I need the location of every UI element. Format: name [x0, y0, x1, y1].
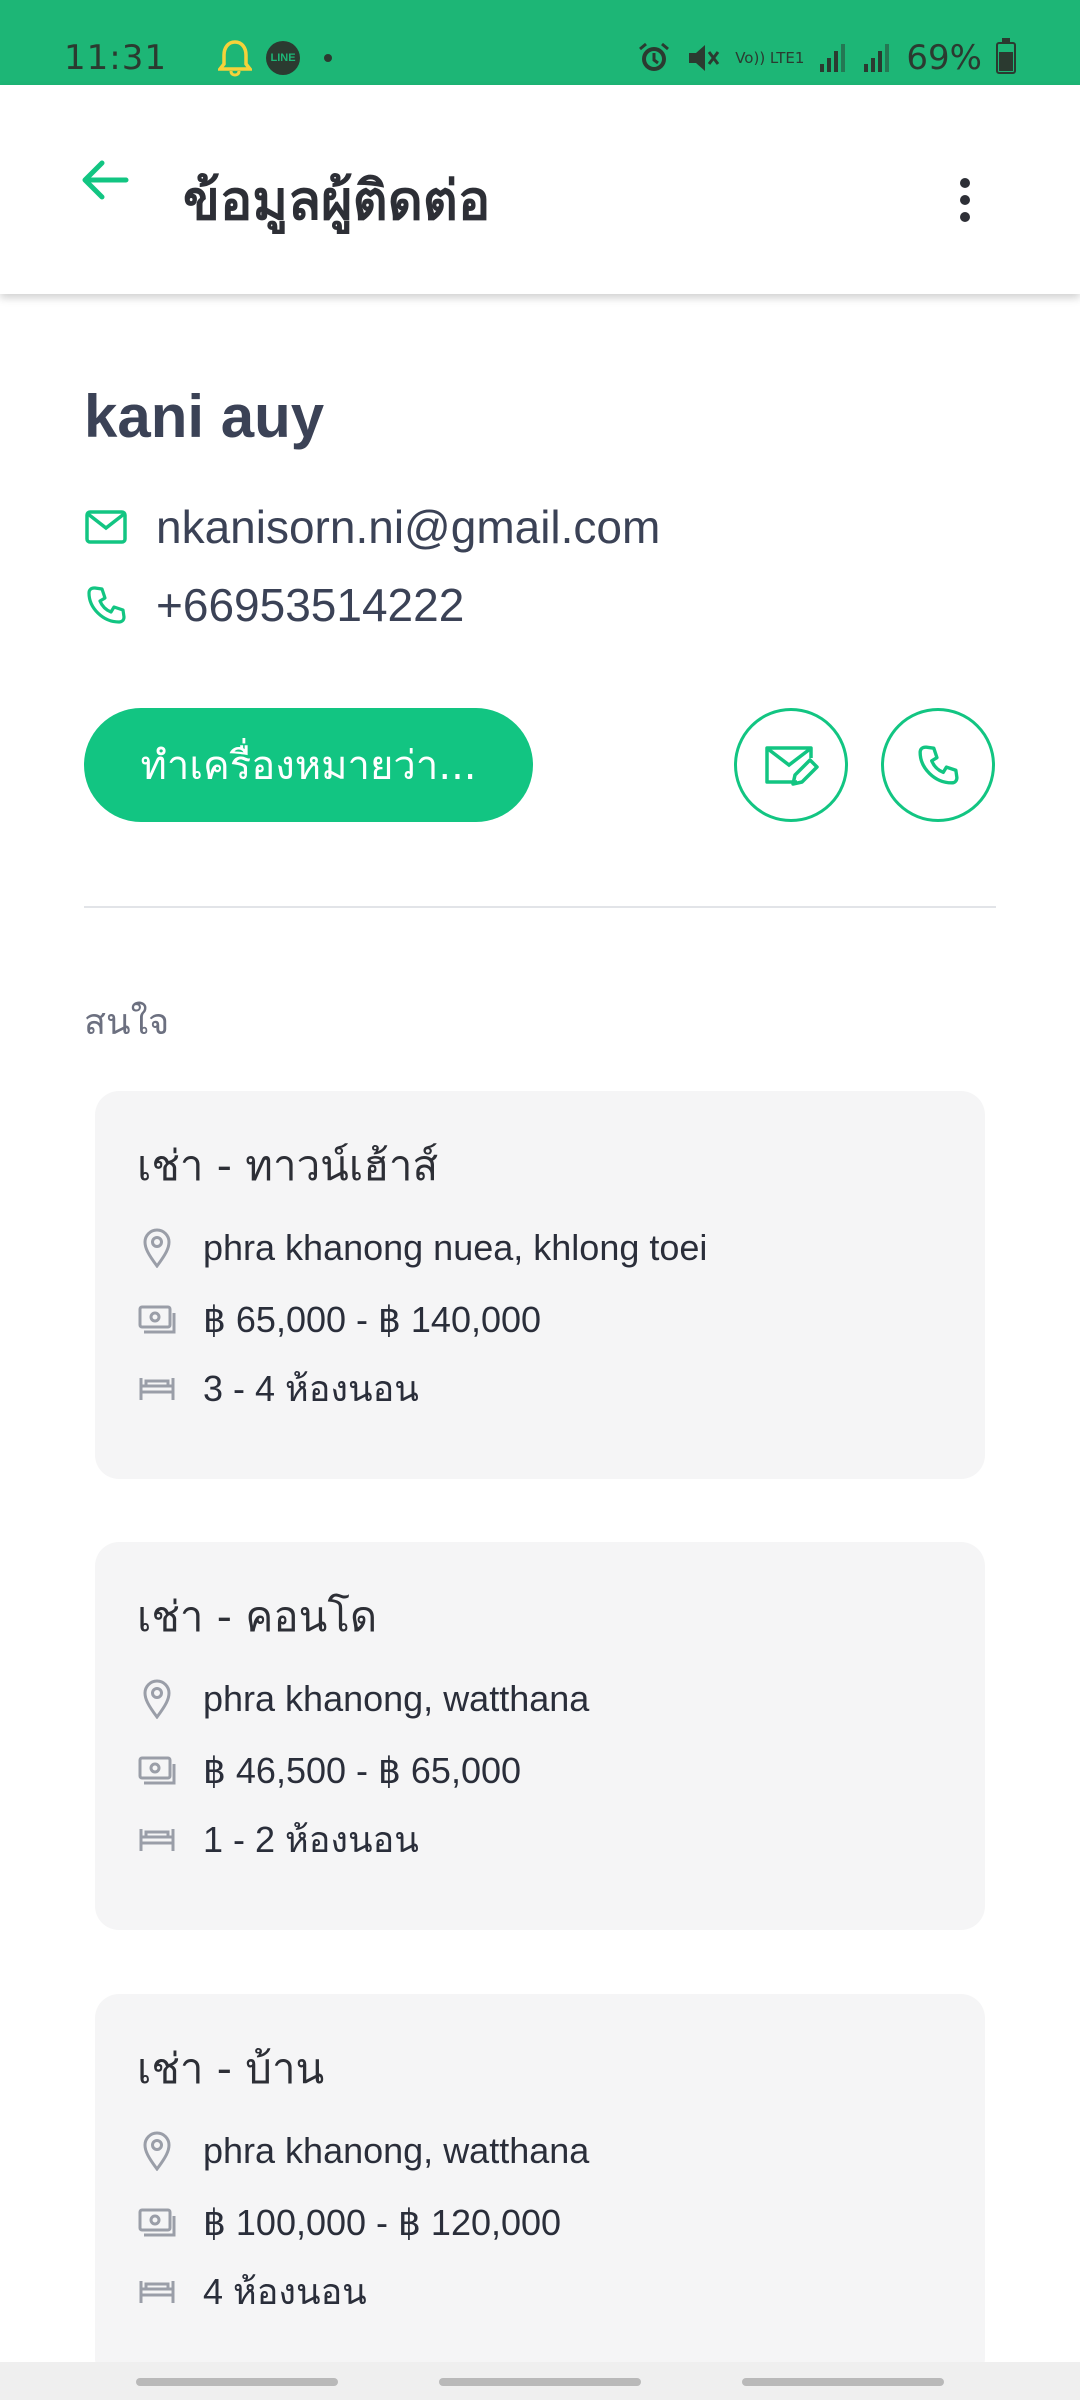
interest-title: เช่า - ทาวน์เฮ้าส์ — [137, 1141, 439, 1190]
interest-title: เช่า - คอนโด — [137, 1592, 378, 1641]
bed-icon — [137, 1819, 177, 1859]
system-nav-bar — [0, 2362, 1080, 2400]
page-title: ข้อมูลผู้ติดต่อ — [183, 169, 491, 232]
interest-price: ฿ 46,500 - ฿ 65,000 — [203, 1750, 522, 1791]
more-menu-button[interactable] — [930, 165, 1000, 235]
interest-title: เช่า - บ้าน — [137, 2044, 325, 2093]
location-pin-icon — [137, 1228, 177, 1268]
status-time: 11:31 — [64, 38, 167, 78]
arrow-left-icon — [82, 160, 129, 200]
divider — [84, 906, 996, 908]
interest-price-row: ฿ 100,000 - ฿ 120,000 — [137, 2198, 561, 2248]
phone-icon — [918, 745, 959, 785]
line-app-icon: LINE — [266, 41, 300, 75]
contact-phone: +66953514222 — [156, 579, 465, 631]
interest-bedrooms-row: 4 ห้องนอน — [137, 2266, 367, 2316]
interest-location-row: phra khanong nuea, khlong toei — [137, 1223, 707, 1273]
interest-card[interactable]: เช่า - บ้าน phra khanong, watthana ฿ 100… — [95, 1994, 985, 2382]
interests-label: สนใจ — [84, 1002, 170, 1043]
contact-email: nkanisorn.ni@gmail.com — [156, 501, 661, 553]
status-bar: 11:31 LINE Vo)) LTE1 69% — [0, 0, 1080, 85]
interest-bedrooms: 3 - 4 ห้องนอน — [203, 1367, 419, 1409]
status-left-icons: LINE — [218, 36, 332, 80]
contact-phone-row[interactable]: +66953514222 — [84, 575, 464, 635]
alarm-icon — [637, 41, 671, 75]
interest-location: phra khanong, watthana — [203, 1678, 590, 1719]
back-button[interactable] — [70, 145, 140, 215]
interest-location-row: phra khanong, watthana — [137, 2126, 589, 2176]
interest-card[interactable]: เช่า - ทาวน์เฮ้าส์ phra khanong nuea, kh… — [95, 1091, 985, 1479]
signal-icon — [818, 42, 848, 74]
mute-icon — [685, 41, 721, 75]
app-bar: ข้อมูลผู้ติดต่อ — [0, 85, 1080, 294]
interest-location: phra khanong nuea, khlong toei — [203, 1227, 708, 1268]
dot-icon — [324, 54, 332, 62]
email-icon — [84, 505, 128, 549]
volte-icon: Vo)) LTE1 — [735, 48, 805, 67]
interest-location: phra khanong, watthana — [203, 2130, 590, 2171]
interest-bedrooms: 4 ห้องนอน — [203, 2270, 367, 2312]
nav-home-indicator[interactable] — [439, 2378, 641, 2386]
location-pin-icon — [137, 1679, 177, 1719]
bed-icon — [137, 2271, 177, 2311]
contact-name: kani auy — [84, 383, 325, 450]
interest-price: ฿ 65,000 - ฿ 140,000 — [203, 1299, 542, 1340]
bell-icon — [218, 39, 252, 77]
interest-price: ฿ 100,000 - ฿ 120,000 — [203, 2202, 562, 2243]
contact-email-row[interactable]: nkanisorn.ni@gmail.com — [84, 497, 660, 557]
interest-price-row: ฿ 46,500 - ฿ 65,000 — [137, 1746, 521, 1796]
send-email-button[interactable] — [734, 708, 848, 822]
call-button[interactable] — [881, 708, 995, 822]
interest-bedrooms-row: 1 - 2 ห้องนอน — [137, 1814, 419, 1864]
nav-recents-indicator[interactable] — [136, 2378, 338, 2386]
interest-bedrooms-row: 3 - 4 ห้องนอน — [137, 1363, 419, 1413]
interest-bedrooms: 1 - 2 ห้องนอน — [203, 1818, 419, 1860]
money-icon — [137, 1300, 177, 1340]
location-pin-icon — [137, 2131, 177, 2171]
phone-icon — [84, 583, 128, 627]
interest-location-row: phra khanong, watthana — [137, 1674, 589, 1724]
interest-price-row: ฿ 65,000 - ฿ 140,000 — [137, 1295, 541, 1345]
nav-back-indicator[interactable] — [742, 2378, 944, 2386]
battery-percent: 69% — [906, 38, 982, 78]
bed-icon — [137, 1368, 177, 1408]
battery-icon — [996, 38, 1016, 74]
mark-as-button[interactable]: ทำเครื่องหมายว่า... — [84, 708, 533, 822]
email-edit-icon — [765, 746, 819, 786]
interest-card[interactable]: เช่า - คอนโด phra khanong, watthana ฿ 46… — [95, 1542, 985, 1930]
money-icon — [137, 2203, 177, 2243]
status-right-icons: Vo)) LTE1 69% — [637, 36, 1016, 80]
signal-icon — [862, 42, 892, 74]
more-vert-icon — [960, 178, 970, 222]
money-icon — [137, 1751, 177, 1791]
